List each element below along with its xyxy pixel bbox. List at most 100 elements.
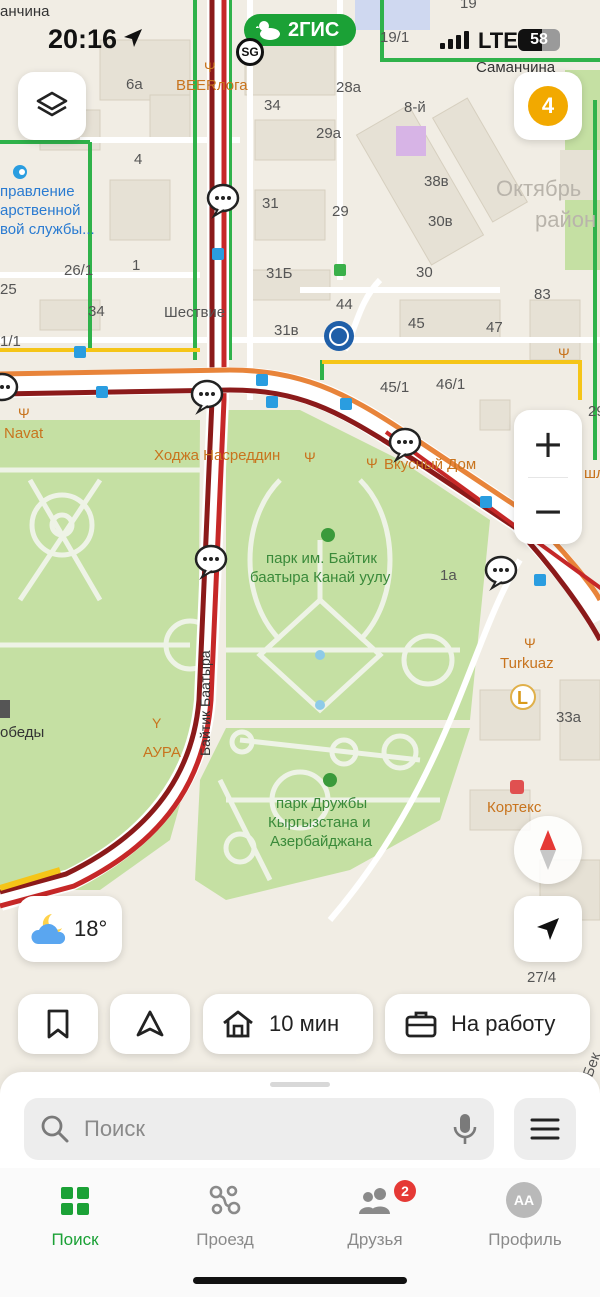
poi-label[interactable]: АУРА — [143, 744, 181, 761]
bus-stop-icon[interactable] — [534, 574, 546, 586]
building-number[interactable]: 31в — [274, 322, 299, 339]
bar-icon[interactable]: Y — [152, 715, 162, 731]
building-number[interactable]: 4 — [134, 151, 142, 168]
building-number[interactable]: 30 — [416, 264, 433, 281]
poi-label[interactable]: шл — [584, 465, 600, 482]
building-number[interactable]: 34 — [88, 303, 105, 320]
building-number[interactable]: 47 — [486, 319, 503, 336]
restaurant-icon[interactable]: Ψ — [558, 345, 570, 361]
restaurant-icon[interactable]: Ψ — [366, 455, 378, 471]
building-number[interactable]: 45 — [408, 315, 425, 332]
battery-level: 58 — [530, 31, 548, 48]
sheet-grabber[interactable] — [270, 1082, 330, 1087]
building-number[interactable]: 1 — [132, 257, 140, 274]
building-number[interactable]: 29 — [588, 403, 600, 420]
bus-stop-icon[interactable] — [212, 248, 224, 260]
home-route-button[interactable]: 10 мин — [203, 994, 373, 1054]
work-route-button[interactable]: На работу — [385, 994, 590, 1054]
search-input[interactable]: Поиск — [24, 1098, 494, 1160]
org-label[interactable]: вой службы... — [0, 221, 95, 238]
park-icon[interactable] — [321, 528, 335, 542]
bus-stop-icon[interactable] — [266, 396, 278, 408]
bottom-sheet: Поиск Поиск Проезд Друзья Профиль — [0, 1072, 600, 1297]
poi-label[interactable]: Turkuaz — [500, 655, 554, 672]
bus-stop-icon[interactable] — [256, 374, 268, 386]
navigator-button[interactable] — [110, 994, 190, 1054]
layers-button[interactable] — [18, 72, 86, 140]
building-number[interactable]: 34 — [264, 97, 281, 114]
tab-label: Поиск — [51, 1230, 99, 1249]
events-button[interactable]: 4 — [514, 72, 582, 140]
brand-badge[interactable]: 2ГИС — [244, 14, 356, 46]
bookmarks-button[interactable] — [18, 994, 98, 1054]
location-arrow-icon — [124, 29, 142, 47]
park-label[interactable]: парк Дружбы — [276, 795, 367, 812]
bus-stop-icon[interactable] — [74, 346, 86, 358]
building-number[interactable]: 38в — [424, 173, 449, 190]
avatar[interactable]: AA — [506, 1182, 542, 1218]
building-number[interactable]: 45/1 — [380, 379, 409, 396]
pharmacy-icon[interactable] — [510, 780, 524, 794]
tab-friends[interactable]: Друзья — [300, 1180, 450, 1260]
park-icon[interactable] — [323, 773, 337, 787]
work-route-label: На работу — [451, 1011, 556, 1036]
poi-label[interactable]: BEERлога — [176, 77, 248, 94]
building-number[interactable]: 31 — [262, 195, 279, 212]
traffic-comment-icon[interactable] — [0, 372, 19, 402]
building-number[interactable]: 8-й — [404, 99, 426, 116]
park-label[interactable]: Азербайджана — [270, 833, 373, 850]
navigator-icon — [136, 1010, 164, 1037]
zoom-out-button[interactable]: − — [514, 477, 582, 544]
poi-label[interactable]: Navat — [4, 425, 44, 442]
poi-label[interactable]: Ходжа Насреддин — [154, 447, 280, 464]
park-label[interactable]: баатыра Канай уулу — [250, 569, 391, 586]
building-number[interactable]: 31Б — [266, 265, 293, 282]
navigation-arrow-icon — [537, 918, 559, 940]
building-number[interactable]: 25 — [0, 281, 17, 298]
microphone-icon[interactable] — [452, 1112, 478, 1146]
battery-icon: 58 — [518, 29, 560, 51]
bus-stop-icon[interactable] — [96, 386, 108, 398]
bus-stop-icon[interactable] — [340, 398, 352, 410]
park-label[interactable]: парк им. Байтик — [266, 550, 377, 567]
tab-search[interactable]: Поиск — [0, 1180, 150, 1260]
menu-button[interactable] — [514, 1098, 576, 1160]
status-bar: 20:16 2ГИС SG LTE 58 — [0, 0, 600, 72]
compass-button[interactable] — [514, 816, 582, 884]
restaurant-icon[interactable]: Ψ — [304, 449, 316, 465]
bus-stop-icon[interactable] — [480, 496, 492, 508]
building-number[interactable]: 46/1 — [436, 376, 465, 393]
org-label[interactable]: арственной — [0, 202, 81, 219]
building-number[interactable]: 1/1 — [0, 333, 21, 350]
building-number[interactable]: 29а — [316, 125, 342, 142]
building-number[interactable]: 30в — [428, 213, 453, 230]
restaurant-icon[interactable]: Ψ — [524, 635, 536, 651]
park-label[interactable]: Кыргызстана и — [268, 814, 371, 831]
bank-icon[interactable] — [324, 321, 354, 351]
zoom-in-button[interactable]: + — [514, 410, 582, 477]
hospital-icon[interactable] — [396, 126, 426, 156]
tab-route[interactable]: Проезд — [150, 1180, 300, 1260]
building-number[interactable]: 83 — [534, 286, 551, 303]
shop-icon[interactable] — [334, 264, 346, 276]
restaurant-icon[interactable]: Ψ — [18, 405, 30, 421]
weather-widget[interactable]: 18° — [18, 896, 122, 962]
my-location-button[interactable] — [514, 896, 582, 962]
poi-label[interactable]: Кортекс — [487, 799, 542, 816]
building-number[interactable]: 28а — [336, 79, 362, 96]
poi-label[interactable]: Шествие — [164, 304, 225, 321]
zoom-controls: + − — [514, 410, 582, 544]
building-number[interactable]: 33а — [556, 709, 582, 726]
building-number[interactable]: 6а — [126, 76, 143, 93]
building-number[interactable]: 29 — [332, 203, 349, 220]
poi-label[interactable]: обеды — [0, 724, 44, 741]
friends-icon — [359, 1188, 390, 1214]
building-number[interactable]: 1а — [440, 567, 457, 584]
building-number[interactable]: 26/1 — [64, 262, 93, 279]
home-indicator — [193, 1277, 407, 1284]
building-number[interactable]: 44 — [336, 296, 353, 313]
signal-icon — [440, 31, 469, 49]
building-number[interactable]: 27/4 — [527, 969, 556, 986]
org-label[interactable]: правление — [0, 183, 75, 200]
bookmark-icon — [47, 1009, 69, 1039]
